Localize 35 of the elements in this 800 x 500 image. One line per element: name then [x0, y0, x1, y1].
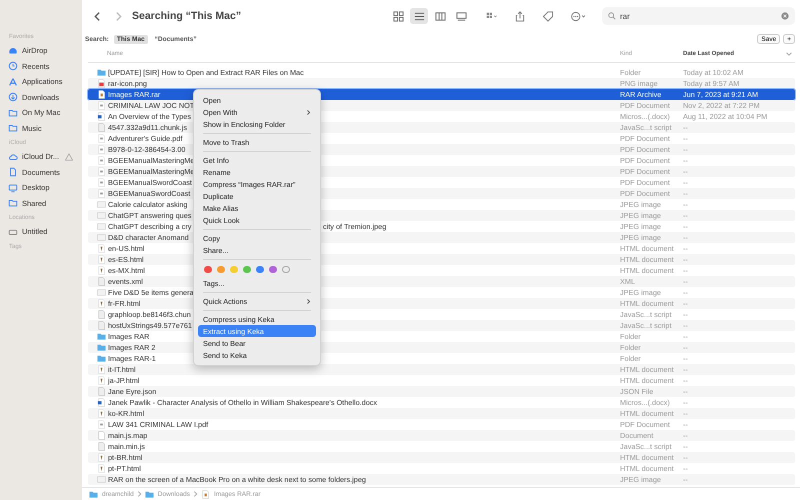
apps-icon — [8, 76, 18, 87]
tag-icon[interactable] — [542, 10, 554, 22]
clear-icon[interactable] — [781, 12, 789, 20]
shared-folder-icon — [8, 198, 18, 208]
grid-icon — [392, 10, 404, 22]
tag-color-dot[interactable] — [217, 266, 224, 274]
search-icon — [608, 12, 616, 20]
tag-color-dot[interactable] — [256, 266, 264, 274]
columns-icon — [434, 10, 446, 22]
tag-color-dot[interactable] — [282, 266, 290, 274]
window-title: Searching “This Mac” — [132, 10, 242, 22]
desktop-icon — [8, 182, 18, 193]
chevron-icon[interactable] — [785, 50, 793, 58]
download-icon — [8, 92, 18, 102]
share-icon[interactable] — [514, 10, 526, 22]
folder-icon — [144, 490, 154, 498]
more-icon[interactable] — [570, 10, 587, 22]
clock-icon — [8, 61, 18, 72]
folder-icon — [89, 490, 98, 498]
gallery-icon — [456, 10, 466, 22]
list-view-button[interactable] — [410, 8, 428, 24]
folder-icon — [8, 123, 18, 134]
photo-file-icon — [97, 288, 106, 297]
list-icon — [414, 10, 424, 22]
tag-color-dot[interactable] — [269, 266, 276, 274]
search-field[interactable]: rar — [602, 7, 795, 25]
chevron-icon — [192, 490, 198, 498]
chevron-icon — [136, 490, 142, 498]
airdrop-icon — [8, 46, 18, 56]
tag-color-dot[interactable] — [243, 266, 250, 274]
tag-color-dot[interactable] — [230, 266, 238, 274]
document-icon — [8, 167, 18, 178]
folder-icon — [8, 108, 18, 118]
cloud-icon — [8, 152, 18, 162]
tag-color-dot[interactable] — [204, 266, 212, 274]
